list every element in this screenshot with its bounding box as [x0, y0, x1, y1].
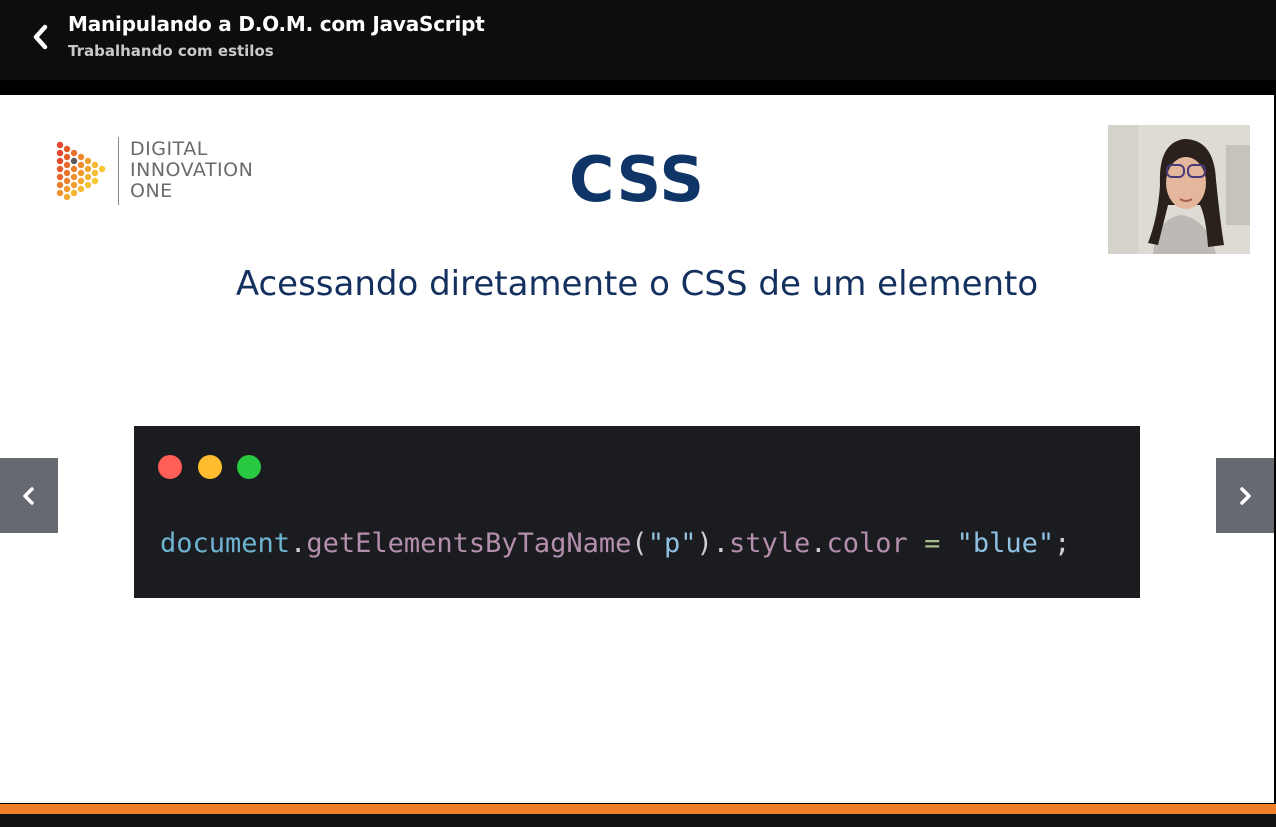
code-token: = — [924, 528, 941, 559]
window-maximize-dot — [237, 455, 261, 479]
chevron-right-icon — [1240, 486, 1251, 505]
title-block: Manipulando a D.O.M. com JavaScript Trab… — [68, 10, 485, 62]
chevron-left-icon — [23, 486, 34, 505]
chevron-left-icon — [33, 24, 48, 50]
window-close-dot — [158, 455, 182, 479]
code-token: . — [290, 528, 307, 559]
previous-slide-button[interactable] — [0, 458, 58, 533]
lesson-title: Trabalhando com estilos — [68, 42, 274, 60]
slide-title: CSS — [568, 143, 706, 216]
next-slide-button[interactable] — [1216, 458, 1274, 533]
code-token: ). — [696, 528, 729, 559]
code-token: document — [160, 528, 291, 559]
code-token: . — [810, 528, 827, 559]
code-token: ; — [1054, 528, 1071, 559]
slide: DIGITAL INNOVATION ONE CSS Acessando dir… — [0, 95, 1274, 803]
code-token: ( — [631, 528, 648, 559]
code-token: "blue" — [956, 528, 1055, 559]
code-token: getElementsByTagName — [306, 528, 632, 559]
course-title: Manipulando a D.O.M. com JavaScript — [68, 12, 485, 36]
back-button[interactable] — [24, 20, 58, 54]
webcam-overlay — [1108, 125, 1250, 254]
bottom-bar — [0, 814, 1276, 827]
code-line: document.getElementsByTagName("p").style… — [160, 524, 1070, 564]
progress-bar[interactable] — [0, 804, 1276, 814]
video-stage[interactable]: DIGITAL INNOVATION ONE CSS Acessando dir… — [0, 80, 1276, 827]
code-token: color — [826, 528, 908, 559]
top-bar: Manipulando a D.O.M. com JavaScript Trab… — [0, 0, 1276, 80]
code-token: "p" — [647, 528, 697, 559]
code-window: document.getElementsByTagName("p").style… — [134, 426, 1140, 598]
code-token: style — [728, 528, 811, 559]
window-minimize-dot — [198, 455, 222, 479]
slide-subtitle: Acessando diretamente o CSS de um elemen… — [235, 264, 1039, 304]
presenter-video-image — [1108, 125, 1250, 254]
